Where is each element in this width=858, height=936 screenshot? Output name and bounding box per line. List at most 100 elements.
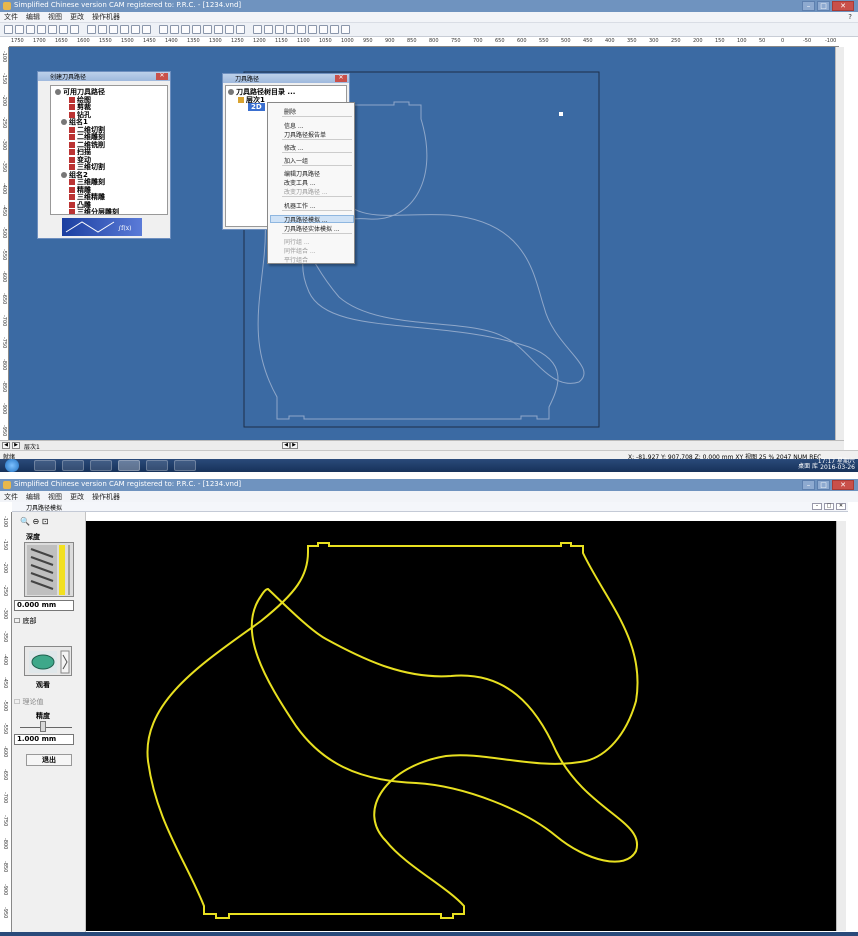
toolbar-tool-icon[interactable] <box>87 25 96 34</box>
context-menu-item[interactable]: 同行组 ... <box>284 237 310 246</box>
exit-button[interactable]: 退出 <box>26 754 72 766</box>
toolbar-tool-icon[interactable] <box>26 25 35 34</box>
taskbar-folder-icon[interactable] <box>62 460 84 471</box>
taskbar-app-icon[interactable] <box>146 460 168 471</box>
tree-selected-toolpath[interactable]: 2D <box>248 103 265 111</box>
menu-help[interactable]: ? <box>848 13 852 21</box>
scroll-left-button[interactable]: ◀ <box>2 442 10 449</box>
context-menu-item[interactable]: 平行组合 <box>284 255 308 264</box>
menu-view[interactable]: 视图 <box>48 12 62 22</box>
toolbar-tool-icon[interactable] <box>109 25 118 34</box>
menu-view[interactable]: 视图 <box>48 492 62 502</box>
maximize-button[interactable]: □ <box>817 1 830 11</box>
context-menu-item[interactable]: 刀具路径报告单 <box>284 130 326 139</box>
toolbar-tool-icon[interactable] <box>341 25 350 34</box>
toolbar-tool-icon[interactable] <box>70 25 79 34</box>
context-menu-item[interactable]: 编辑刀具路径 <box>284 169 320 178</box>
vertical-scrollbar[interactable] <box>836 521 846 931</box>
toolbar-tool-icon[interactable] <box>214 25 223 34</box>
menu-edit[interactable]: 编辑 <box>26 492 40 502</box>
scroll-right-button-2[interactable]: ▶ <box>290 442 298 449</box>
minimize-button[interactable]: – <box>802 480 815 490</box>
context-menu-item[interactable]: 加入一组 <box>284 156 308 165</box>
scroll-left-button-2[interactable]: ◀ <box>282 442 290 449</box>
toolbar-tool-icon[interactable] <box>264 25 273 34</box>
context-menu-item[interactable]: 刀具路径实体模拟 ... <box>284 224 340 233</box>
menu-file[interactable]: 文件 <box>4 12 18 22</box>
dialog-close-button[interactable]: ✕ <box>156 73 168 80</box>
toolbar-tool-icon[interactable] <box>192 25 201 34</box>
menu-machine[interactable]: 操作机器 <box>92 492 120 502</box>
scroll-right-button[interactable]: ▶ <box>12 442 20 449</box>
zoom-fit-icon[interactable]: ⊡ <box>42 517 49 526</box>
simulation-drawing <box>146 542 639 919</box>
ruler-tick-label: 150 <box>715 38 725 44</box>
toolbar-tool-icon[interactable] <box>308 25 317 34</box>
toolbar-tool-icon[interactable] <box>98 25 107 34</box>
simulation-canvas[interactable] <box>86 521 836 931</box>
doc-close-button[interactable]: ✕ <box>836 503 846 510</box>
toolbar-tool-icon[interactable] <box>142 25 151 34</box>
precision-slider[interactable] <box>20 721 72 733</box>
precision-field[interactable]: 1.000 mm <box>14 734 74 745</box>
ruler-tick-label: -400 <box>1 183 7 195</box>
zoom-in-icon[interactable]: 🔍 <box>20 517 30 526</box>
minimize-button[interactable]: – <box>802 1 815 11</box>
menu-change[interactable]: 更改 <box>70 492 84 502</box>
close-button[interactable]: ✕ <box>832 1 854 11</box>
context-menu-item[interactable]: 信息 ... <box>284 121 304 130</box>
toolbar-tool-icon[interactable] <box>170 25 179 34</box>
menu-edit[interactable]: 编辑 <box>26 12 40 22</box>
taskbar-app2-icon[interactable] <box>174 460 196 471</box>
zoom-out-icon[interactable]: ⊖ <box>33 517 40 526</box>
toolbar-tool-icon[interactable] <box>59 25 68 34</box>
bottom-checkbox[interactable]: ☐ 底部 <box>14 616 37 626</box>
context-menu-item[interactable]: 修改 ... <box>284 143 304 152</box>
toolbar-tool-icon[interactable] <box>120 25 129 34</box>
menu-machine[interactable]: 操作机器 <box>92 12 120 22</box>
tree-item[interactable]: 三维分层雕刻 <box>69 207 119 214</box>
toolbar-tool-icon[interactable] <box>131 25 140 34</box>
close-button[interactable]: ✕ <box>832 480 854 490</box>
depth-slider-image[interactable] <box>24 542 74 597</box>
toolbar-tool-icon[interactable] <box>15 25 24 34</box>
toolbar-tool-icon[interactable] <box>236 25 245 34</box>
toolbar-tool-icon[interactable] <box>286 25 295 34</box>
taskbar-media-icon[interactable] <box>90 460 112 471</box>
toolbar-tool-icon[interactable] <box>203 25 212 34</box>
context-menu-item[interactable]: 机器工作 ... <box>284 201 316 210</box>
taskbar-ie-icon[interactable] <box>34 460 56 471</box>
toolpath-tree[interactable]: 可用刀具路径 绘图 剪裁 钻孔 组名1 二维切割 二维雕刻 二维铣削 扫描 变动 三维切割 组名2 三维… <box>50 85 168 215</box>
toolbar-tool-icon[interactable] <box>48 25 57 34</box>
start-button[interactable] <box>5 459 19 472</box>
toolbar-tool-icon[interactable] <box>37 25 46 34</box>
context-menu-item[interactable]: 删除 <box>284 107 296 116</box>
toolbar-tool-icon[interactable] <box>330 25 339 34</box>
toolbar-tool-icon[interactable] <box>253 25 262 34</box>
horizontal-scrollbar[interactable]: ◀ ▶ 层次1 ◀ ▶ <box>0 440 844 451</box>
context-menu-item[interactable]: 刀具路径模拟 ... <box>284 215 328 224</box>
maximize-button[interactable]: □ <box>817 480 830 490</box>
context-menu-item[interactable]: 同伴组合 ... <box>284 246 316 255</box>
context-menu-item[interactable]: 改变刀具路径 ... <box>284 187 328 196</box>
doc-minimize-button[interactable]: – <box>812 503 822 510</box>
toolbar-tool-icon[interactable] <box>159 25 168 34</box>
vertical-scrollbar[interactable] <box>835 47 844 440</box>
toolbar-tool-icon[interactable] <box>297 25 306 34</box>
precision-slider-thumb[interactable] <box>40 721 46 732</box>
doc-restore-button[interactable]: □ <box>824 503 834 510</box>
menu-file[interactable]: 文件 <box>4 492 18 502</box>
context-menu-item[interactable]: 改变工具 ... <box>284 178 316 187</box>
toolbar-tool-icon[interactable] <box>225 25 234 34</box>
dialog-close-button[interactable]: ✕ <box>335 75 347 82</box>
menu-change[interactable]: 更改 <box>70 12 84 22</box>
depth-field[interactable]: 0.000 mm <box>14 600 74 611</box>
toolbar-tool-icon[interactable] <box>275 25 284 34</box>
toolbar-tool-icon[interactable] <box>181 25 190 34</box>
taskbar-cam-icon[interactable] <box>118 460 140 471</box>
view-tool-image[interactable] <box>24 646 72 676</box>
theory-checkbox[interactable]: ☐ 理论值 <box>14 697 44 707</box>
toolbar-tool-icon[interactable] <box>4 25 13 34</box>
toolbar-tool-icon[interactable] <box>319 25 328 34</box>
design-canvas[interactable]: 创建刀具路径 ✕ 可用刀具路径 绘图 剪裁 钻孔 组名1 二维切割 二维雕刻 二维铣削 扫描 变动… <box>9 47 835 440</box>
